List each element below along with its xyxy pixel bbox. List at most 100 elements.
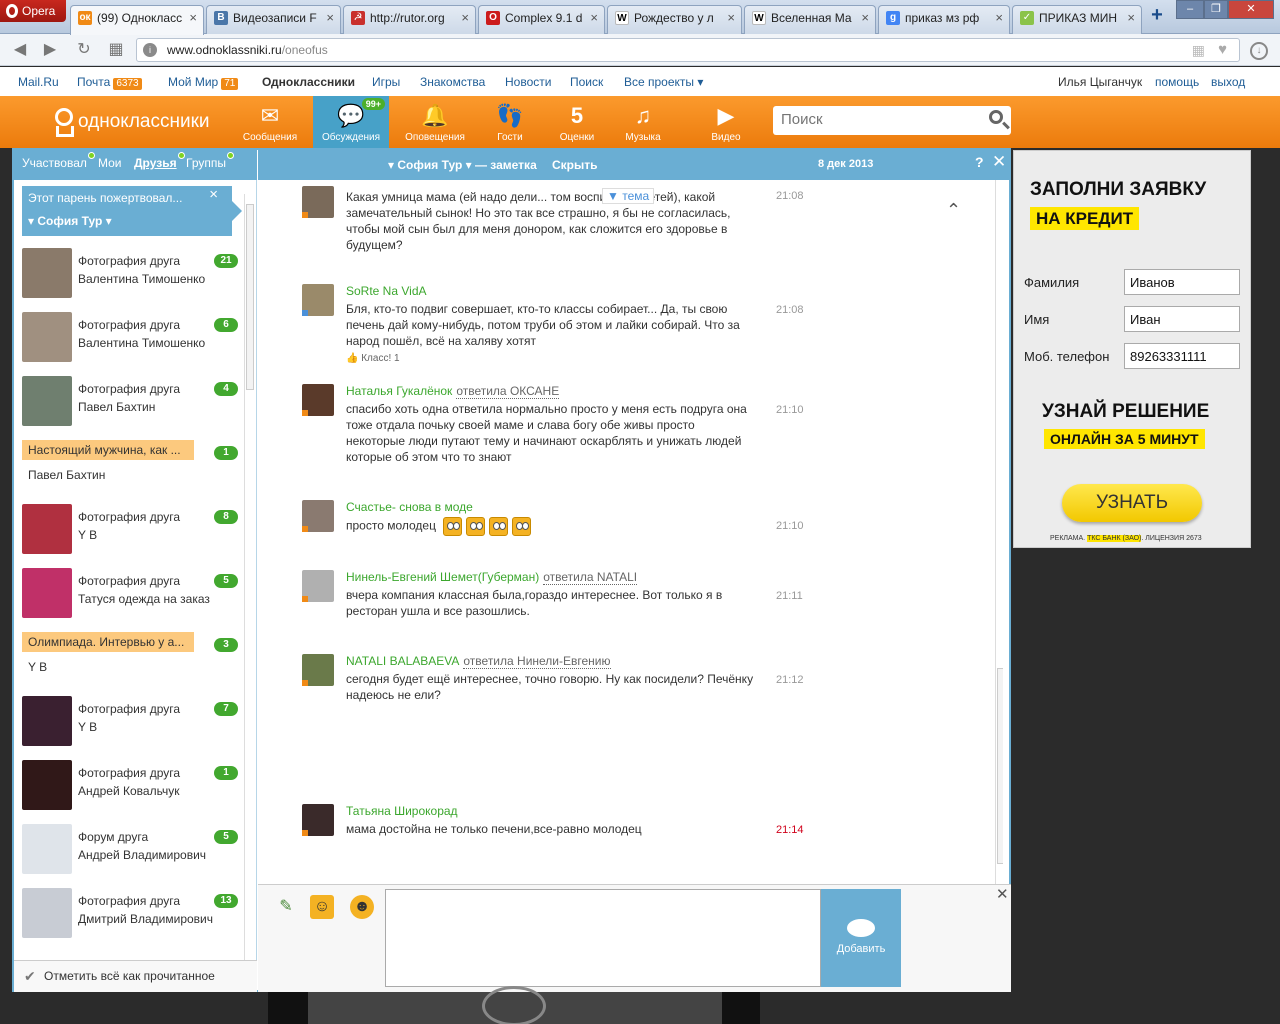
- reload-button[interactable]: ↻: [74, 40, 94, 60]
- list-item[interactable]: Фотография друга Y B 7: [22, 696, 238, 752]
- message-author[interactable]: NATALI BALABAEVA: [346, 654, 459, 668]
- avatar[interactable]: [302, 570, 334, 602]
- maximize-button[interactable]: ❐: [1204, 0, 1228, 19]
- info-icon[interactable]: i: [143, 43, 157, 57]
- browser-tab[interactable]: ок (99) Однокласс ×: [70, 5, 204, 35]
- message-author[interactable]: Татьяна Широкорад: [346, 804, 458, 818]
- close-composer-icon[interactable]: ✕: [996, 885, 1009, 903]
- link-znakomstva[interactable]: Знакомства: [420, 75, 485, 89]
- thread-scrollbar[interactable]: [995, 180, 1003, 884]
- link-mailru[interactable]: Mail.Ru: [18, 75, 59, 89]
- avatar[interactable]: [302, 500, 334, 532]
- message-author[interactable]: Счастье- снова в моде: [346, 500, 473, 514]
- new-tab-button[interactable]: +: [1148, 5, 1166, 25]
- list-item[interactable]: Форум друга Андрей Владимирович 5: [22, 824, 238, 880]
- ad-surname-field[interactable]: [1124, 269, 1240, 295]
- laughing-face-icon[interactable]: ☻: [350, 895, 374, 919]
- close-tab-icon[interactable]: ×: [461, 6, 469, 30]
- link-all-projects[interactable]: Все проекты ▾: [624, 75, 703, 89]
- nav-ratings[interactable]: 5 Оценки: [554, 96, 600, 148]
- list-item[interactable]: Фотография друга Павел Бахтин 4: [22, 376, 238, 432]
- nav-video[interactable]: ▶ Видео: [706, 96, 746, 148]
- topic-link[interactable]: ▼ тема: [602, 188, 655, 204]
- close-tab-icon[interactable]: ×: [326, 6, 334, 30]
- avatar[interactable]: [302, 186, 334, 218]
- download-icon[interactable]: ↓: [1250, 42, 1268, 60]
- smiley-face-icon[interactable]: ☺: [310, 895, 334, 919]
- close-tab-icon[interactable]: ×: [1127, 6, 1135, 30]
- tab-groups[interactable]: Группы: [186, 152, 234, 170]
- ad-phone-field[interactable]: [1124, 343, 1240, 369]
- list-scrollbar[interactable]: [244, 194, 254, 960]
- link-exit[interactable]: выход: [1211, 75, 1245, 89]
- grid-icon[interactable]: ▦: [1192, 42, 1205, 59]
- hide-button[interactable]: Скрыть: [552, 158, 598, 172]
- nav-guests[interactable]: 👣 Гости: [487, 96, 533, 148]
- list-item[interactable]: Фотография друга Валентина Тимошенко 21: [22, 248, 238, 304]
- close-tab-icon[interactable]: ×: [995, 6, 1003, 30]
- chat-title[interactable]: ▾ София Тур ▾ — заметка: [388, 158, 537, 172]
- close-tab-icon[interactable]: ×: [861, 6, 869, 30]
- browser-tab[interactable]: ☭ http://rutor.org ×: [343, 5, 476, 34]
- nav-messages[interactable]: ✉ Сообщения: [240, 96, 300, 148]
- speed-dial-icon[interactable]: ▦: [106, 40, 126, 60]
- message-author[interactable]: Наталья Гукалёнок: [346, 384, 452, 398]
- list-item-topic[interactable]: Настоящий мужчина, как ... Павел Бахтин 1: [22, 440, 238, 496]
- close-tab-icon[interactable]: ×: [727, 6, 735, 30]
- heart-icon[interactable]: ♥: [1218, 41, 1227, 58]
- list-item-topic[interactable]: Олимпиада. Интервью у а... Y B 3: [22, 632, 238, 688]
- list-item[interactable]: Фотография друга Валентина Тимошенко 6: [22, 312, 238, 368]
- back-button[interactable]: ◀: [10, 40, 30, 60]
- tab-friends[interactable]: Друзья: [134, 152, 185, 170]
- link-odnoklassniki[interactable]: Одноклассники: [262, 75, 355, 89]
- add-button[interactable]: Добавить: [821, 889, 901, 987]
- reply-target[interactable]: ответила ОКСАНЕ: [456, 384, 560, 399]
- reply-target[interactable]: ответила NATALI: [543, 570, 638, 585]
- list-item[interactable]: Фотография друга Андрей Ковальчук 1: [22, 760, 238, 816]
- minimize-button[interactable]: –: [1176, 0, 1204, 19]
- close-tab-icon[interactable]: ×: [590, 6, 598, 30]
- nav-discussions[interactable]: 99+ 💬 Обсуждения: [313, 96, 389, 148]
- credit-ad[interactable]: ЗАПОЛНИ ЗАЯВКУ НА КРЕДИТ Фамилия Имя Моб…: [1013, 150, 1251, 548]
- link-poisk[interactable]: Поиск: [570, 75, 603, 89]
- message-author[interactable]: Нинель-Евгений Шемет(Губерман): [346, 570, 539, 584]
- mark-all-read[interactable]: ✔ Отметить всё как прочитанное: [14, 960, 257, 992]
- tab-participated[interactable]: Участвовал: [22, 152, 95, 170]
- close-tab-icon[interactable]: ×: [189, 6, 197, 30]
- tab-mine[interactable]: Мои: [98, 156, 122, 170]
- reply-target[interactable]: ответила Нинели-Евгению: [463, 654, 611, 669]
- current-discussion[interactable]: Этот парень пожертвовал... ▾ София Тур ▾…: [22, 186, 242, 236]
- browser-tab[interactable]: В Видеозаписи F ×: [206, 5, 341, 34]
- browser-tab[interactable]: g приказ мз рф ×: [878, 5, 1010, 34]
- ad-learn-button[interactable]: УЗНАТЬ: [1062, 484, 1202, 522]
- link-pochta[interactable]: Почта 6373: [77, 75, 142, 90]
- ad-name-field[interactable]: [1124, 306, 1240, 332]
- avatar[interactable]: [302, 284, 334, 316]
- nav-notifications[interactable]: 🔔 Оповещения: [401, 96, 469, 148]
- browser-tab[interactable]: W Вселенная Ма ×: [744, 5, 876, 34]
- list-item[interactable]: Фотография друга Татуся одежда на заказ 5: [22, 568, 238, 624]
- forward-button[interactable]: ▶: [40, 40, 60, 60]
- site-logo[interactable]: одноклассники: [52, 104, 210, 140]
- list-scroll-thumb[interactable]: [246, 204, 254, 390]
- search-icon[interactable]: [989, 110, 1003, 124]
- link-moimir[interactable]: Мой Мир 71: [168, 75, 239, 90]
- browser-tab[interactable]: W Рождество у л ×: [607, 5, 742, 34]
- user-name[interactable]: Илья Цыганчук: [1058, 75, 1142, 89]
- close-icon[interactable]: ×: [209, 186, 218, 203]
- avatar[interactable]: [302, 654, 334, 686]
- browser-tab[interactable]: ✓ ПРИКАЗ МИН ×: [1012, 5, 1142, 34]
- link-novosti[interactable]: Новости: [505, 75, 551, 89]
- close-panel-button[interactable]: ✕: [992, 152, 1006, 172]
- pencil-icon[interactable]: ✎: [274, 895, 298, 919]
- list-item[interactable]: Фотография друга Y B 8: [22, 504, 238, 560]
- opera-menu-button[interactable]: Opera: [0, 0, 66, 22]
- list-item[interactable]: Фотография друга Дмитрий Владимирович 13: [22, 888, 238, 944]
- browser-tab[interactable]: O Complex 9.1 d ×: [478, 5, 605, 34]
- nav-music[interactable]: ♫ Музыка: [620, 96, 666, 148]
- message-input[interactable]: [386, 890, 820, 986]
- close-window-button[interactable]: ✕: [1228, 0, 1274, 19]
- link-igry[interactable]: Игры: [372, 75, 400, 89]
- help-icon[interactable]: ?: [975, 154, 984, 170]
- play-icon[interactable]: [482, 986, 546, 1024]
